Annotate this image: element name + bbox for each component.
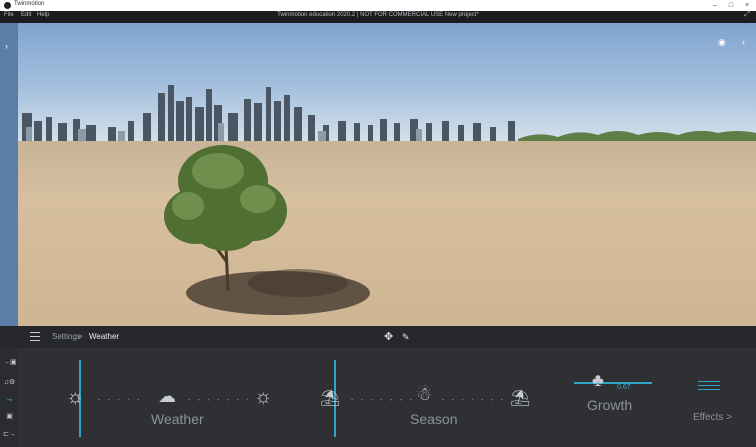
sliders-icon[interactable] xyxy=(698,378,720,393)
left-collapsed-panel: › xyxy=(0,23,18,326)
tree-icon: ♣ xyxy=(592,370,604,390)
beach-umbrella-icon[interactable]: ⛱ xyxy=(320,388,340,408)
season-slider-track-right[interactable]: • • • • • • • xyxy=(442,398,506,404)
growth-slider-bar[interactable] xyxy=(574,382,652,384)
project-title: Twinmotion education 2020.2 | NOT FOR CO… xyxy=(277,12,479,18)
expand-library-icon[interactable]: › xyxy=(5,41,8,51)
media-icon[interactable]: ▣ xyxy=(3,412,16,420)
growth-value: 0.67 xyxy=(617,384,631,391)
sidebar-header xyxy=(0,326,18,348)
snowman-icon[interactable]: ☃ xyxy=(416,384,432,405)
effects-link[interactable]: Effects > xyxy=(693,412,732,423)
breadcrumb-bar: Settings > Weather ✥ ✎ xyxy=(18,326,756,348)
3d-viewport[interactable]: ◉ ‹ xyxy=(18,23,756,326)
visibility-eye-icon[interactable]: ◉ xyxy=(718,37,726,48)
collapse-right-panel-icon[interactable]: ‹ xyxy=(742,37,745,47)
maximize-button[interactable]: □ xyxy=(724,0,738,11)
weather-slider-track[interactable]: • • • • • xyxy=(98,398,142,404)
close-button[interactable]: × xyxy=(740,0,754,11)
hamburger-menu-icon[interactable] xyxy=(30,332,40,344)
tree-model[interactable] xyxy=(148,141,298,293)
season-label: Season xyxy=(410,411,458,427)
os-titlebar: Twinmotion – □ × xyxy=(0,0,756,11)
export-icon[interactable]: ⊏→ xyxy=(3,430,16,438)
move-tool-icon[interactable]: ✥ xyxy=(384,330,393,343)
weather-settings-panel: ☼ • • • • • ☁ • • • • • • • ☼ Weather ⛱ … xyxy=(18,348,756,447)
weather-label: Weather xyxy=(151,411,204,427)
pencil-tool-icon[interactable]: ✎ xyxy=(402,332,410,343)
menu-edit[interactable]: Edit xyxy=(21,12,31,18)
fullscreen-icon[interactable]: ⤢ xyxy=(744,11,750,19)
app-icon xyxy=(4,2,11,9)
breadcrumb-settings[interactable]: Settings xyxy=(52,332,81,341)
mode-sidebar: →▣ ♫⚙ ⊸ ▣ ⊏→ xyxy=(0,348,18,447)
settings-slider-icon[interactable]: ⊸ xyxy=(3,396,16,404)
menu-file[interactable]: File xyxy=(4,12,14,18)
breadcrumb-separator: > xyxy=(78,332,83,341)
weather-slider-track-right[interactable]: • • • • • • • xyxy=(188,398,252,404)
beach-umbrella-icon-right[interactable]: ⛱ xyxy=(510,388,530,408)
import-icon[interactable]: →▣ xyxy=(3,358,17,366)
season-slider-track[interactable]: • • • • • • • xyxy=(351,398,415,404)
library-icon[interactable]: ♫⚙ xyxy=(3,378,16,386)
breadcrumb-current: Weather xyxy=(89,332,120,341)
growth-label: Growth xyxy=(587,397,633,413)
menu-help[interactable]: Help xyxy=(37,12,49,18)
cloud-sun-icon[interactable]: ☁ xyxy=(158,386,176,407)
city-skyline xyxy=(18,85,756,145)
menu-bar: Twinmotion education 2020.2 | NOT FOR CO… xyxy=(0,11,756,23)
app-title: Twinmotion xyxy=(14,1,45,7)
sun-icon-right[interactable]: ☼ xyxy=(254,386,272,409)
minimize-button[interactable]: – xyxy=(708,0,722,11)
sun-icon[interactable]: ☼ xyxy=(66,386,84,409)
